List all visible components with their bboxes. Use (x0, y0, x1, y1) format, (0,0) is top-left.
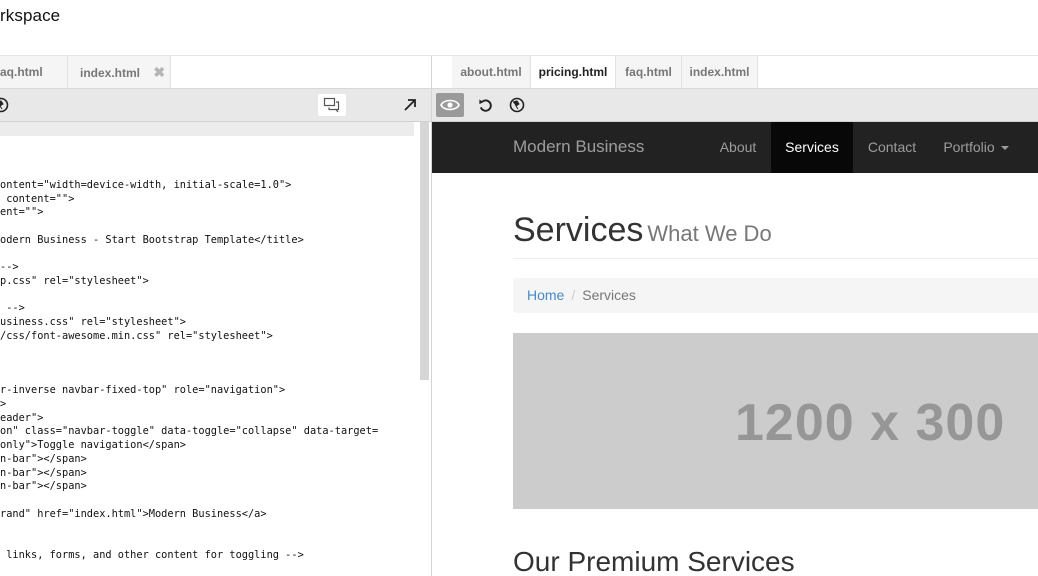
code-editor-pane: aq.html ✖ index.html ✖ ontent="width=dev… (0, 56, 431, 576)
section-title: Our Premium Services (513, 546, 795, 576)
code-line: odern Business - Start Bootstrap Templat… (0, 233, 304, 246)
breadcrumb-separator: / (571, 287, 576, 303)
code-line: ent=""> (0, 206, 44, 219)
editor-tab-label: index.html (80, 66, 141, 80)
code-line: ontent="width=device-width, initial-scal… (0, 178, 292, 191)
preview-tab-faq[interactable]: faq.html (616, 56, 682, 88)
code-line: only">Toggle navigation</span> (0, 439, 186, 452)
breadcrumb: Home / Services (513, 278, 1038, 313)
code-line: rand" href="index.html">Modern Business<… (0, 507, 267, 520)
comments-icon[interactable] (318, 94, 346, 116)
app-title: rkspace (0, 6, 61, 25)
code-line: usiness.css" rel="stylesheet"> (0, 315, 186, 328)
editor-tab-label: aq.html (0, 65, 43, 79)
website-preview: Modern Business About Services Contact P… (432, 122, 1038, 576)
editor-tab-faq[interactable]: aq.html ✖ (0, 56, 68, 112)
nav-portfolio-label: Portfolio (943, 139, 995, 155)
expand-arrow-icon[interactable] (400, 95, 420, 115)
site-navbar: Modern Business About Services Contact P… (432, 122, 1038, 173)
code-line: /css/font-awesome.min.css" rel="styleshe… (0, 329, 273, 342)
code-scrollbar[interactable] (420, 122, 429, 380)
site-brand[interactable]: Modern Business (513, 122, 644, 172)
page-title: Services (513, 211, 644, 249)
code-line: r-inverse navbar-fixed-top" role="naviga… (0, 384, 286, 397)
editor-tab-index[interactable]: index.html ✖ (68, 56, 171, 88)
caret-down-icon (1000, 146, 1009, 151)
preview-tab-about[interactable]: about.html (452, 56, 531, 88)
page-header: Services What We Do (513, 210, 1038, 259)
code-line: --> (0, 261, 19, 273)
editor-tab-bar: aq.html ✖ index.html ✖ (0, 56, 431, 112)
code-line: n-bar"></span> (0, 452, 87, 465)
code-line: on" class="navbar-toggle" data-toggle="c… (0, 425, 379, 438)
preview-pane: about.html pricing.html faq.html index.h… (432, 56, 1038, 576)
page-subtitle: What We Do (647, 221, 772, 246)
code-line: --> (0, 302, 25, 315)
code-line: p.css" rel="stylesheet"> (0, 274, 149, 287)
breadcrumb-current: Services (582, 287, 636, 303)
code-line: links, forms, and other content for togg… (0, 548, 304, 561)
nav-services[interactable]: Services (771, 122, 853, 173)
hero-placeholder-image: 1200 x 300 (513, 333, 1038, 509)
nav-portfolio[interactable]: Portfolio (931, 122, 1021, 173)
refresh-icon[interactable] (475, 95, 495, 115)
preview-tab-pricing[interactable]: pricing.html (531, 56, 616, 88)
preview-toolbar (432, 88, 1038, 122)
breadcrumb-home-link[interactable]: Home (527, 287, 564, 303)
code-line: content=""> (0, 192, 75, 205)
preview-tab-index[interactable]: index.html (682, 56, 758, 88)
code-line: > (0, 398, 7, 410)
eye-icon[interactable] (436, 93, 464, 117)
code-line: eader"> (0, 411, 44, 424)
code-line: n-bar"></span> (0, 480, 87, 493)
globe-icon[interactable] (0, 96, 10, 114)
code-line: n-bar"></span> (0, 466, 87, 479)
current-line-highlight (0, 122, 414, 136)
globe-icon[interactable] (507, 95, 527, 115)
close-icon[interactable]: ✖ (153, 64, 165, 80)
hero-placeholder-text: 1200 x 300 (735, 394, 1006, 452)
nav-about[interactable]: About (708, 122, 768, 173)
preview-tab-bar: about.html pricing.html faq.html index.h… (432, 56, 1038, 88)
editor-toolbar (0, 88, 431, 122)
code-editor[interactable]: ontent="width=device-width, initial-scal… (0, 122, 431, 576)
nav-contact[interactable]: Contact (853, 122, 931, 173)
